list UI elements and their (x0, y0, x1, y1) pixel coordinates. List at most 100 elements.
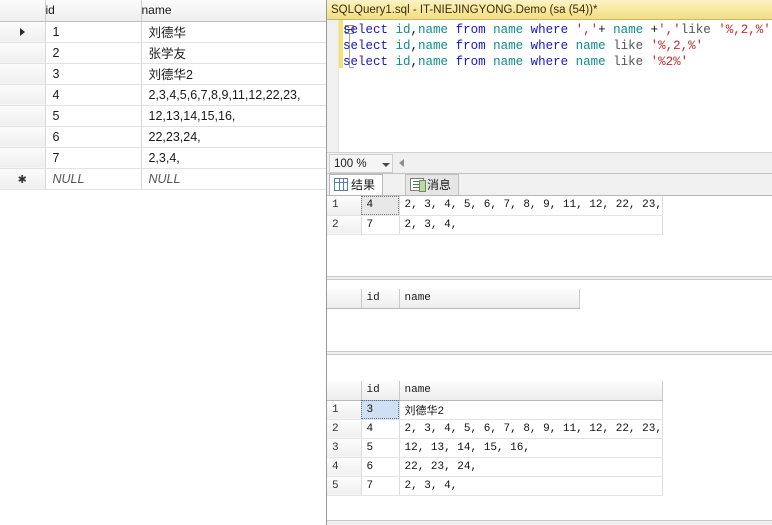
code-line[interactable]: select id,name from name where ','+ name… (343, 22, 771, 38)
cell-name[interactable]: NULL (141, 168, 326, 190)
row-marker-cell[interactable] (0, 42, 46, 64)
cell-name[interactable]: 2, 3, 4, (399, 215, 663, 235)
cell-name[interactable]: 22, 23, 24, (399, 457, 663, 477)
table-row[interactable]: 5 12,13,14,15,16, (0, 105, 326, 127)
row-number-cell[interactable]: 3 (327, 438, 362, 458)
result-col-header-name[interactable]: name (399, 381, 663, 401)
cell-name[interactable]: 刘德华2 (399, 400, 663, 420)
cell-name[interactable]: 12,13,14,15,16, (141, 105, 326, 127)
result-set-2[interactable]: id name (327, 289, 772, 337)
cell-name[interactable]: 张学友 (141, 42, 326, 64)
row-marker-cell[interactable]: ✱ (0, 168, 46, 190)
left-col-header-marker[interactable] (0, 0, 46, 22)
cell-id[interactable]: NULL (45, 168, 142, 190)
row-marker-cell[interactable] (0, 21, 46, 43)
zoom-level-combobox[interactable]: 100 % (329, 154, 393, 173)
sql-code-text[interactable]: select id,name from name where ','+ name… (343, 22, 771, 70)
editor-indicator-margin (327, 20, 339, 152)
row-number-cell[interactable]: 1 (327, 196, 362, 216)
cell-id[interactable]: 1 (45, 21, 142, 43)
result-col-header-id[interactable]: id (361, 381, 400, 401)
horizontal-split-icon[interactable] (399, 159, 404, 167)
cell-name[interactable]: 22,23,24, (141, 126, 326, 148)
cell-id[interactable]: 6 (45, 126, 142, 148)
cell-id[interactable]: 3 (45, 63, 142, 85)
row-number-cell[interactable]: 2 (327, 215, 362, 235)
cell-id[interactable]: 4 (361, 196, 400, 216)
cell-name[interactable]: 刘德华2 (141, 63, 326, 85)
cell-id[interactable]: 5 (45, 105, 142, 127)
cell-name[interactable]: 2, 3, 4, (399, 476, 663, 496)
cell-id[interactable]: 7 (361, 215, 400, 235)
code-token: , (410, 39, 419, 53)
result-grid[interactable]: id name 1 3 刘德华2 2 4 2, 3, 4, 5, 6, 7, 8, 9, 11… (327, 381, 663, 496)
code-token: like (680, 23, 719, 37)
cell-id[interactable]: 7 (45, 147, 142, 169)
table-row[interactable]: 1 刘德华 (0, 21, 326, 43)
table-row[interactable]: 2 4 2, 3, 4, 5, 6, 7, 8, 9, 11, 12, 22, 23… (327, 419, 663, 439)
table-row[interactable]: 2 7 2, 3, 4, (327, 215, 663, 235)
results-horizontal-scrollbar[interactable] (327, 520, 772, 525)
cell-name[interactable]: 2,3,4, (141, 147, 326, 169)
table-row[interactable]: 1 3 刘德华2 (327, 400, 663, 420)
table-row[interactable]: 2 张学友 (0, 42, 326, 64)
cell-name[interactable]: 刘德华 (141, 21, 326, 43)
cell-name[interactable]: 12, 13, 14, 15, 16, (399, 438, 663, 458)
code-token: name (493, 39, 531, 53)
result-col-header-name[interactable]: name (399, 289, 580, 309)
table-row[interactable]: 4 6 22, 23, 24, (327, 457, 663, 477)
table-row[interactable]: 4 2,3,4,5,6,7,8,9,11,12,22,23, (0, 84, 326, 106)
table-row[interactable]: 3 5 12, 13, 14, 15, 16, (327, 438, 663, 458)
table-row[interactable]: 5 7 2, 3, 4, (327, 476, 663, 496)
cell-name[interactable]: 2, 3, 4, 5, 6, 7, 8, 9, 11, 12, 22, 23, (399, 196, 663, 216)
cell-id[interactable]: 7 (361, 476, 400, 496)
chevron-down-icon[interactable] (382, 163, 390, 167)
row-marker-cell[interactable] (0, 84, 46, 106)
result-col-header-marker[interactable] (327, 381, 362, 401)
row-number-cell[interactable]: 5 (327, 476, 362, 496)
cell-name[interactable]: 2, 3, 4, 5, 6, 7, 8, 9, 11, 12, 22, 23, (399, 419, 663, 439)
row-marker-cell[interactable] (0, 126, 46, 148)
result-col-header-marker[interactable] (327, 289, 362, 309)
result-set-3[interactable]: id name 1 3 刘德华2 2 4 2, 3, 4, 5, 6, 7, 8, 9, 11… (327, 381, 772, 501)
code-line[interactable]: select id,name from name where name like… (343, 38, 771, 54)
row-number-cell[interactable]: 2 (327, 419, 362, 439)
left-col-header-id[interactable]: id (45, 0, 142, 22)
row-number-cell[interactable]: 4 (327, 457, 362, 477)
result-grid[interactable]: 1 4 2, 3, 4, 5, 6, 7, 8, 9, 11, 12, 22, 23… (327, 196, 663, 235)
tab-messages[interactable]: 消息 (405, 174, 460, 196)
tab-results[interactable]: 结果 (329, 174, 384, 196)
cell-id[interactable]: 6 (361, 457, 400, 477)
result-col-header-id[interactable]: id (361, 289, 400, 309)
cell-id[interactable]: 4 (361, 419, 400, 439)
row-number-cell[interactable]: 1 (327, 400, 362, 420)
results-grids-container[interactable]: 1 4 2, 3, 4, 5, 6, 7, 8, 9, 11, 12, 22, 23… (327, 195, 772, 520)
left-data-grid[interactable]: id name 1 刘德华 2 张学友 3 刘德华2 4 2,3,4,5,6,7,8,9,11… (0, 0, 326, 190)
table-row[interactable]: 3 刘德华2 (0, 63, 326, 85)
table-data-pane[interactable]: id name 1 刘德华 2 张学友 3 刘德华2 4 2,3,4,5,6,7,8,9,11… (0, 0, 326, 525)
code-token: name (493, 23, 531, 37)
cell-name[interactable]: 2,3,4,5,6,7,8,9,11,12,22,23, (141, 84, 326, 106)
table-row[interactable]: 6 22,23,24, (0, 126, 326, 148)
code-token: name (493, 55, 531, 69)
row-marker-cell[interactable] (0, 147, 46, 169)
result-set-separator (327, 276, 772, 280)
code-line[interactable]: select id,name from name where name like… (343, 54, 771, 70)
table-row[interactable]: 1 4 2, 3, 4, 5, 6, 7, 8, 9, 11, 12, 22, 23… (327, 196, 663, 216)
row-marker-cell[interactable] (0, 63, 46, 85)
cell-id[interactable]: 4 (45, 84, 142, 106)
code-token: '%,2,%' (718, 23, 771, 37)
left-col-header-name[interactable]: name (141, 0, 326, 22)
table-row[interactable]: ✱ NULL NULL (0, 168, 326, 190)
cell-id[interactable]: 3 (361, 400, 400, 420)
document-tab[interactable]: SQLQuery1.sql - IT-NIEJINGYONG.Demo (sa … (327, 0, 772, 20)
table-row[interactable]: 7 2,3,4, (0, 147, 326, 169)
editor-and-results-pane: SQLQuery1.sql - IT-NIEJINGYONG.Demo (sa … (326, 0, 772, 525)
row-marker-cell[interactable] (0, 105, 46, 127)
cell-id[interactable]: 2 (45, 42, 142, 64)
cell-id[interactable]: 5 (361, 438, 400, 458)
result-grid[interactable]: id name (327, 289, 580, 309)
result-set-1[interactable]: 1 4 2, 3, 4, 5, 6, 7, 8, 9, 11, 12, 22, 23… (327, 196, 772, 262)
code-token: ',' (658, 23, 681, 37)
sql-editor[interactable]: select id,name from name where ','+ name… (327, 20, 772, 152)
